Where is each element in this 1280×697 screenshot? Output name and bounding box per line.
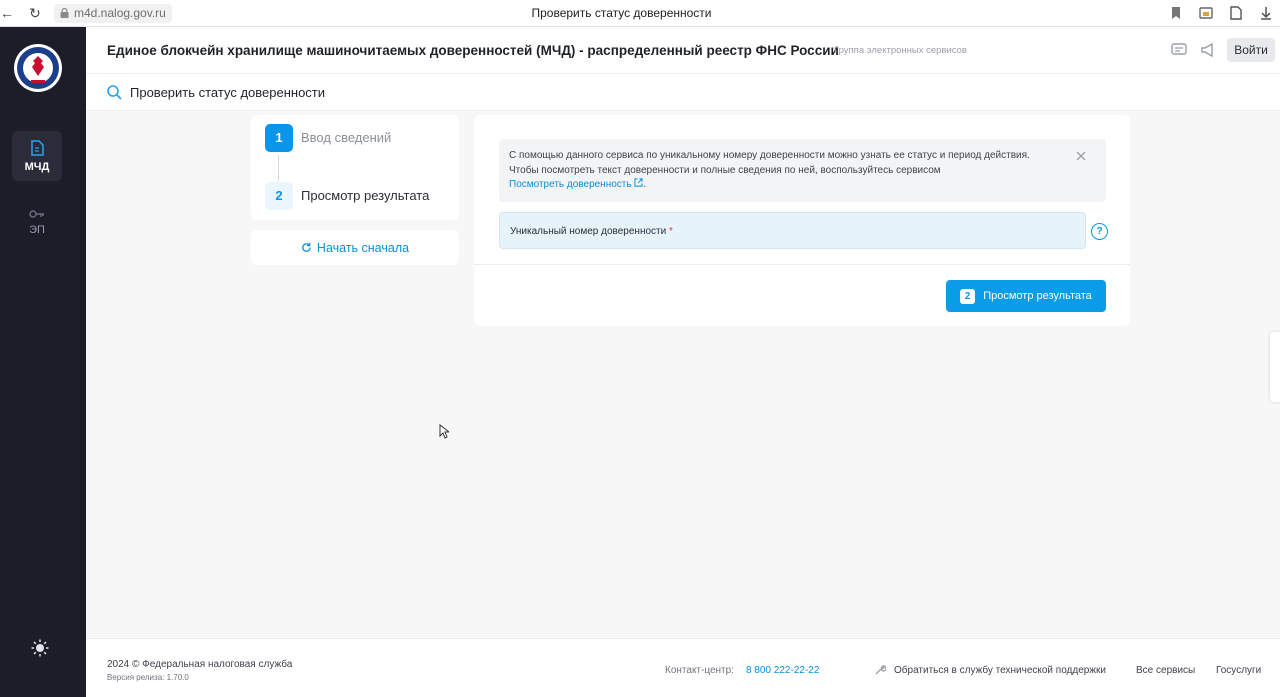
refresh-icon bbox=[302, 242, 311, 252]
info-text-2: Чтобы посмотреть текст доверенности и по… bbox=[509, 164, 941, 176]
view-power-of-attorney-link[interactable]: Посмотреть доверенность bbox=[509, 179, 632, 190]
step-connector bbox=[278, 155, 279, 181]
key-icon bbox=[29, 209, 44, 218]
view-result-button[interactable]: 2 Просмотр результата bbox=[946, 280, 1106, 312]
copyright: 2024 © Федеральная налоговая служба bbox=[107, 659, 293, 670]
all-services-link[interactable]: Все сервисы bbox=[1136, 665, 1195, 676]
sun-icon[interactable] bbox=[31, 639, 49, 657]
sidebar-item-label: МЧД bbox=[24, 160, 50, 173]
mouse-cursor-icon bbox=[439, 424, 449, 439]
bookmark-icon[interactable] bbox=[1168, 5, 1184, 21]
cast-icon[interactable] bbox=[1198, 5, 1214, 21]
app-subtitle: Группа электронных сервисов bbox=[834, 45, 967, 56]
megaphone-icon[interactable] bbox=[1199, 41, 1217, 59]
sidebar-item-ep[interactable]: ЭП bbox=[12, 197, 62, 247]
contact-phone-link[interactable]: 8 800 222-22-22 bbox=[746, 665, 819, 676]
divider bbox=[474, 264, 1130, 265]
footer: 2024 © Федеральная налоговая служба Верс… bbox=[86, 638, 1280, 697]
tab-title: Проверить статус доверенности bbox=[531, 6, 712, 20]
emblem-icon bbox=[17, 47, 59, 89]
stepper: 1 Ввод сведений 2 Просмотр результата bbox=[251, 115, 459, 220]
document-icon bbox=[31, 139, 44, 156]
form-card: С помощью данного сервиса по уникальному… bbox=[474, 115, 1130, 326]
login-button[interactable]: Войти bbox=[1227, 38, 1275, 62]
sidebar-item-mchd[interactable]: МЧД bbox=[12, 131, 62, 181]
page-title: Проверить статус доверенности bbox=[130, 85, 326, 100]
step-2-label[interactable]: Просмотр результата bbox=[301, 188, 429, 203]
restart-label: Начать сначала bbox=[316, 240, 410, 255]
step-badge: 2 bbox=[960, 288, 976, 304]
chat-icon[interactable] bbox=[1170, 41, 1188, 59]
page-header: Проверить статус доверенности bbox=[86, 74, 1280, 111]
info-text-1: С помощью данного сервиса по уникальному… bbox=[509, 150, 1030, 161]
sidebar-item-label: ЭП bbox=[29, 223, 45, 236]
close-icon[interactable] bbox=[1076, 151, 1086, 161]
release-version: Версия релиза: 1.70.0 bbox=[107, 673, 189, 682]
view-result-label: Просмотр результата bbox=[983, 290, 1092, 302]
sidebar: МЧД ЭП bbox=[0, 27, 86, 697]
browser-toolbar: ← ↻ m4d.nalog.gov.ru Проверить статус до… bbox=[0, 0, 1280, 27]
download-icon[interactable] bbox=[1258, 5, 1274, 21]
search-icon bbox=[107, 85, 122, 100]
wrench-icon bbox=[875, 665, 886, 675]
gosuslugi-link[interactable]: Госуслуги bbox=[1216, 665, 1261, 676]
field-label: Уникальный номер доверенности bbox=[510, 226, 667, 237]
support-link[interactable]: Обратиться в службу технической поддержк… bbox=[894, 665, 1106, 676]
feedback-tab[interactable] bbox=[1270, 332, 1280, 402]
step-2-number: 2 bbox=[265, 182, 293, 210]
reader-icon[interactable] bbox=[1228, 5, 1244, 21]
app-title: Единое блокчейн хранилище машиночитаемых… bbox=[107, 43, 839, 58]
fns-logo[interactable] bbox=[14, 44, 62, 92]
unique-number-field[interactable]: Уникальный номер доверенности * bbox=[499, 212, 1086, 249]
required-mark: * bbox=[668, 226, 673, 237]
info-notice: С помощью данного сервиса по уникальному… bbox=[499, 139, 1106, 202]
step-1-label[interactable]: Ввод сведений bbox=[301, 130, 391, 145]
restart-button[interactable]: Начать сначала bbox=[251, 230, 459, 265]
contact-center-label: Контакт-центр: bbox=[665, 665, 734, 676]
step-1-number: 1 bbox=[265, 124, 293, 152]
help-icon[interactable]: ? bbox=[1091, 223, 1108, 240]
app-header: Единое блокчейн хранилище машиночитаемых… bbox=[86, 27, 1280, 74]
